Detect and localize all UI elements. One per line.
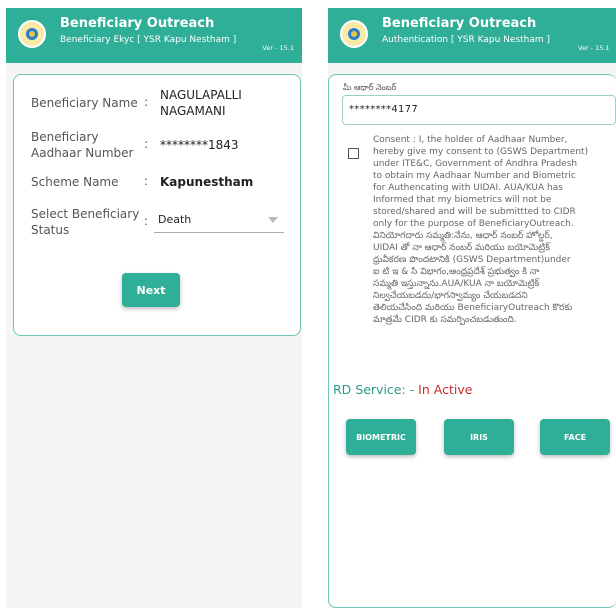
status-label-line1: Select Beneficiary [31,207,140,221]
app-title: Beneficiary Outreach [382,16,537,31]
face-button[interactable]: FACE [540,419,610,455]
aadhaar-number-label: మీ ఆధార్ నెంబర్ [343,83,397,92]
consent-line: ధ్రువీకరణ పొందటానికి (GSWS Department)un… [373,255,571,265]
consent-line: తెలియచేసింది మరియు BeneficiaryOutreach క… [373,303,573,313]
status-selected-value: Death [158,213,192,226]
version-label: Ver - 15.1 [262,44,294,52]
aadhaar-label-line1: Beneficiary [31,130,99,144]
consent-line: for Authencating with UIDAI. AUA/KUA has [373,183,563,193]
app-header: Beneficiary Outreach Authentication [ YS… [328,8,616,63]
iris-button[interactable]: IRIS [444,419,514,455]
colon: : [144,214,149,228]
screen-subtitle: Authentication [ YSR Kapu Nestham ] [382,35,551,45]
authentication-screen: Beneficiary Outreach Authentication [ YS… [328,8,616,608]
rd-service-status: RD Service: - In Active [333,382,472,397]
beneficiary-name-value-line2: NAGAMANI [160,104,226,118]
scheme-name-value: Kapunestham [160,175,254,189]
consent-text: Consent : I, the holder of Aadhaar Numbe… [373,134,616,326]
status-label-line2: Status [31,223,70,237]
beneficiary-name-label: Beneficiary Name [31,96,138,110]
consent-line: సమ్మతి ఇస్తున్నాను.AUA/KUA నా బయోమెట్రిక… [373,279,540,289]
chevron-down-icon [268,217,278,223]
ap-emblem-logo [340,20,368,48]
consent-line: under ITE&C, Government of Andhra Prades… [373,159,578,169]
rd-service-label: RD Service: - [333,382,415,397]
aadhaar-label-line2: Aadhaar Number [31,146,134,160]
consent-line: to obtain my Aadhaar Number and Biometri… [373,171,576,181]
colon: : [144,95,149,109]
app-title: Beneficiary Outreach [60,16,215,31]
aadhaar-number-value: ********1843 [160,138,239,152]
colon: : [144,137,149,151]
consent-line: మాత్రమే CIDR కు సమర్పించబడుతుంది. [373,315,517,325]
consent-line: ఐ టి ఇ & సి విభాగం,ఆంధ్రప్రదేశ్ ప్రభుత్వ… [373,267,540,277]
version-label: Ver - 15.1 [578,44,610,52]
ekyc-screen: Beneficiary Outreach Beneficiary Ekyc [ … [6,8,302,608]
consent-line: only for the purpose of BeneficiaryOutre… [373,219,574,229]
ap-emblem-logo [18,20,46,48]
app-header: Beneficiary Outreach Beneficiary Ekyc [ … [6,8,302,63]
biometric-button[interactable]: BIOMETRIC [346,419,416,455]
next-button[interactable]: Next [122,273,180,307]
consent-line: నిల్వచేయబడదు/భాగస్వామ్యం చేయబడదని [373,291,528,301]
beneficiary-details-card: Beneficiary Name : NAGULAPALLI NAGAMANI … [13,74,301,336]
scheme-name-label: Scheme Name [31,175,119,189]
consent-line: UIDAI తో నా ఆధార్ నంబర్ మరియు బయోమెట్రిక… [373,243,550,253]
beneficiary-status-select[interactable]: Death [154,206,284,233]
colon: : [144,174,149,188]
aadhaar-number-value: ********4177 [349,104,419,115]
aadhaar-number-input[interactable]: ********4177 [342,95,616,125]
consent-line: hereby give my consent to (GSWS Departme… [373,147,589,157]
rd-service-value: In Active [418,382,473,397]
consent-line: Informed that my biometrics will not be [373,195,552,205]
authentication-card: మీ ఆధార్ నెంబర్ ********4177 Consent : I… [328,74,616,608]
consent-checkbox[interactable] [348,148,359,159]
beneficiary-name-value-line1: NAGULAPALLI [160,88,242,102]
screen-subtitle: Beneficiary Ekyc [ YSR Kapu Nestham ] [60,35,237,45]
consent-line: Consent : I, the holder of Aadhaar Numbe… [373,135,568,145]
consent-line: stored/shared and will be submittted to … [373,207,576,217]
consent-line: వినియోగదారు సమ్మతి:నేను, ఆధార్ నంబర్ హోల… [373,231,553,241]
